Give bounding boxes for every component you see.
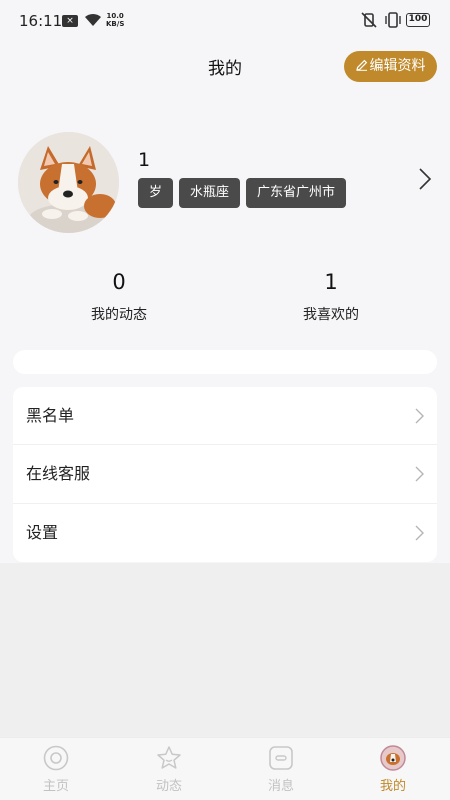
stat-my-posts[interactable]: 0 我的动态 xyxy=(59,270,179,324)
menu-item-settings[interactable]: 设置 xyxy=(13,504,437,562)
notification-icon: × xyxy=(62,15,78,27)
message-icon xyxy=(268,745,294,771)
network-speed: 10.0 KB/S xyxy=(106,12,124,28)
network-speed-unit: KB/S xyxy=(106,20,125,28)
chevron-right-icon xyxy=(415,466,424,486)
nickname: 1 xyxy=(138,149,151,171)
menu-item-label: 在线客服 xyxy=(26,464,91,484)
menu-item-label: 设置 xyxy=(26,522,59,542)
menu-item-customer-service[interactable]: 在线客服 xyxy=(13,445,437,504)
banner-strip xyxy=(13,350,437,374)
tag-location: 广东省广州市 xyxy=(246,178,347,208)
vibrate-icon xyxy=(384,12,402,32)
tab-home[interactable]: 主页 xyxy=(16,738,96,800)
chevron-right-icon[interactable] xyxy=(418,167,432,195)
tab-label: 主页 xyxy=(42,779,69,794)
stat-my-likes-count: 1 xyxy=(324,270,338,294)
avatar[interactable] xyxy=(18,132,119,233)
star-icon xyxy=(156,745,182,771)
tab-messages[interactable]: 消息 xyxy=(241,738,321,800)
vibrate-off-icon xyxy=(360,12,378,32)
chevron-right-icon xyxy=(415,408,424,428)
stat-my-likes-label: 我喜欢的 xyxy=(303,307,359,323)
menu-card: 黑名单 在线客服 设置 xyxy=(13,387,437,562)
stat-my-likes[interactable]: 1 我喜欢的 xyxy=(271,270,391,324)
home-icon xyxy=(43,745,69,771)
network-speed-value: 10.0 xyxy=(106,12,124,20)
tab-me[interactable]: 我的 xyxy=(353,738,433,800)
pencil-icon xyxy=(355,59,367,71)
menu-item-label: 黑名单 xyxy=(26,406,75,425)
menu-item-blacklist[interactable]: 黑名单 xyxy=(13,387,437,446)
tag-age: 岁 xyxy=(138,178,174,208)
bottom-tab-bar: 主页 动态 消息 我的 xyxy=(0,737,450,800)
corgi-avatar-image xyxy=(18,132,119,233)
stat-my-posts-label: 我的动态 xyxy=(91,307,147,323)
stat-my-posts-count: 0 xyxy=(112,270,126,294)
status-bar: 16:11 × 10.0 KB/S 100 xyxy=(0,0,450,44)
status-time: 16:11 xyxy=(19,12,63,30)
profile-tags: 岁 水瓶座 广东省广州市 xyxy=(138,178,347,208)
tab-feed[interactable]: 动态 xyxy=(129,738,209,800)
edit-profile-label: 编辑资料 xyxy=(369,58,426,74)
battery-icon: 100 xyxy=(406,13,430,27)
tag-zodiac: 水瓶座 xyxy=(179,178,241,208)
tab-label: 我的 xyxy=(379,779,406,794)
tab-label: 消息 xyxy=(267,779,294,794)
wifi-icon xyxy=(84,12,102,31)
avatar-icon xyxy=(380,745,406,771)
edit-profile-button[interactable]: 编辑资料 xyxy=(344,51,437,82)
chevron-right-icon xyxy=(415,525,424,545)
tab-label: 动态 xyxy=(155,779,182,794)
